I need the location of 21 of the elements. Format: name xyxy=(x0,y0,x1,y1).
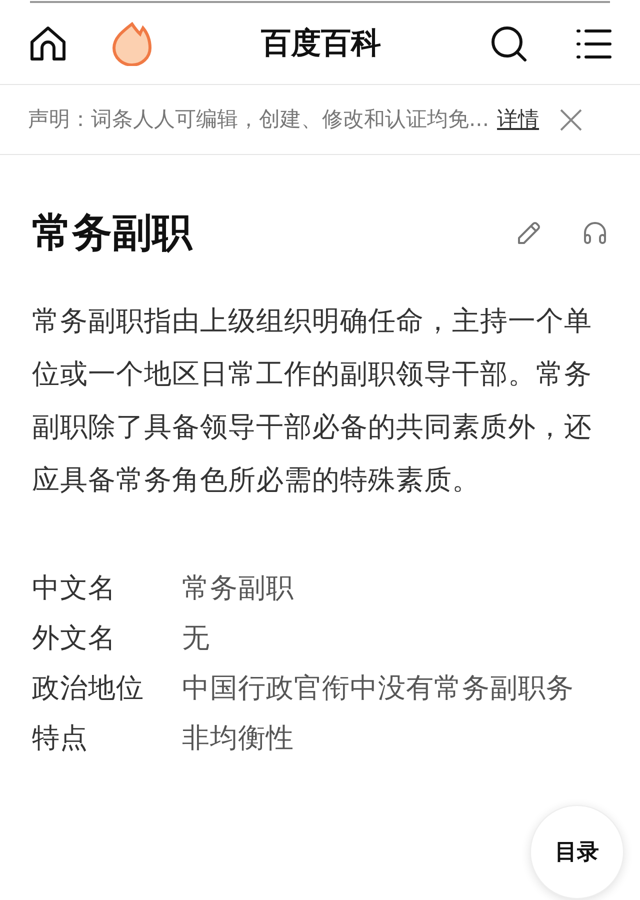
field-value: 无 xyxy=(182,621,210,656)
field-label: 政治地位 xyxy=(32,671,145,706)
details-link[interactable]: 详情 xyxy=(497,104,540,136)
home-icon[interactable] xyxy=(28,24,68,64)
menu-icon[interactable] xyxy=(576,28,612,60)
field-label: 特点 xyxy=(32,721,89,756)
site-title: 百度百科 xyxy=(261,25,381,63)
pencil-icon[interactable] xyxy=(516,220,542,246)
article-title: 常务副职 xyxy=(32,209,194,257)
toc-button[interactable]: 目录 xyxy=(530,805,624,899)
field-value: 常务副职 xyxy=(182,571,294,606)
field-label: 外文名 xyxy=(32,621,117,656)
search-icon[interactable] xyxy=(490,24,528,62)
close-icon[interactable] xyxy=(559,108,584,132)
flame-icon[interactable] xyxy=(112,22,152,66)
summary-paragraph: 常务副职指由上级组织明确任命，主持一个单位或一个地区日常工作的副职领导干部。常务副职除了具备领导干部必备的共同素质外，还应具备常务角色所必需的特殊素质。 xyxy=(32,304,593,498)
disclaimer-text: 声明：词条人人可编辑，创建、修改和认证均免... xyxy=(28,106,490,133)
field-label: 中文名 xyxy=(32,571,117,606)
field-value: 非均衡性 xyxy=(182,721,294,756)
headphones-icon[interactable] xyxy=(582,220,608,246)
field-value: 中国行政官衔中没有常务副职务 xyxy=(182,671,574,706)
